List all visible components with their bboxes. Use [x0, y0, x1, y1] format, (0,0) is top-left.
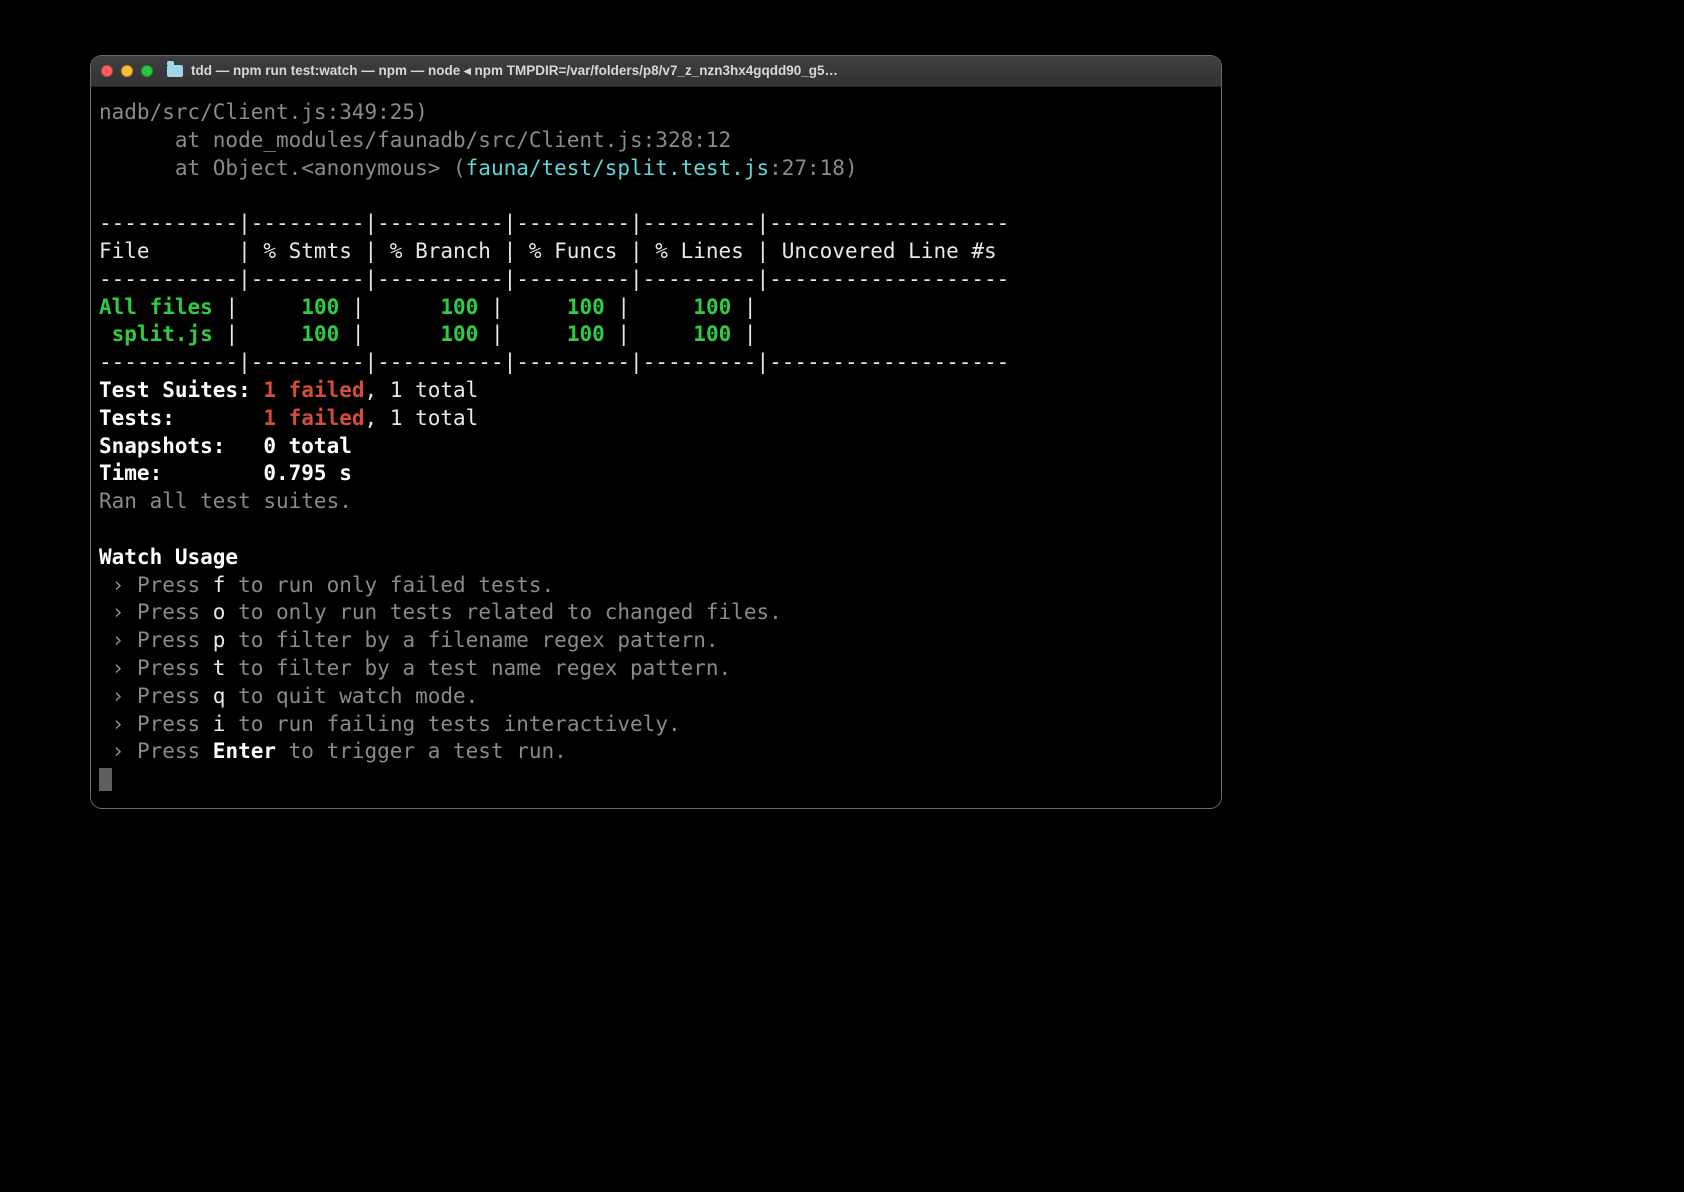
suites-fail: 1 failed [263, 378, 364, 402]
watch-item: › Press i to run failing tests interacti… [99, 712, 681, 736]
watch-item: › Press f to run only failed tests. [99, 573, 554, 597]
minimize-icon[interactable] [121, 65, 133, 77]
watch-item: › Press p to filter by a filename regex … [99, 628, 719, 652]
suites-label: Test Suites: [99, 378, 263, 402]
cov-row: split.js | 100 | 100 | 100 | 100 | [99, 322, 769, 346]
tests-fail: 1 failed [263, 406, 364, 430]
cov-row: All files | 100 | 100 | 100 | 100 | [99, 295, 769, 319]
tests-label: Tests: [99, 406, 263, 430]
terminal-window: tdd — npm run test:watch — npm — node ◂ … [90, 55, 1222, 809]
folder-icon [167, 65, 183, 77]
cov-border-mid: -----------|---------|----------|-------… [99, 267, 1009, 291]
suites-rest: , 1 total [365, 378, 479, 402]
cov-border-top: -----------|---------|----------|-------… [99, 211, 1009, 235]
close-icon[interactable] [101, 65, 113, 77]
stack-file-link[interactable]: fauna/test/split.test.js [466, 156, 769, 180]
ran-all: Ran all test suites. [99, 489, 352, 513]
zoom-icon[interactable] [141, 65, 153, 77]
cov-border-bot: -----------|---------|----------|-------… [99, 350, 1009, 374]
stack-line-3-suf: :27:18) [769, 156, 858, 180]
watch-item: › Press q to quit watch mode. [99, 684, 478, 708]
window-title: tdd — npm run test:watch — npm — node ◂ … [191, 63, 1211, 79]
time: Time: 0.795 s [99, 461, 352, 485]
terminal-body[interactable]: nadb/src/Client.js:349:25) at node_modul… [91, 87, 1221, 808]
watch-usage-title: Watch Usage [99, 545, 238, 569]
watch-item: › Press o to only run tests related to c… [99, 600, 782, 624]
stack-line-1: nadb/src/Client.js:349:25) [99, 100, 428, 124]
stack-line-3-pre: at Object.<anonymous> ( [99, 156, 466, 180]
snapshots: Snapshots: 0 total [99, 434, 352, 458]
watch-item: › Press Enter to trigger a test run. [99, 739, 567, 763]
cov-header: File | % Stmts | % Branch | % Funcs | % … [99, 239, 1009, 263]
stack-line-2: at node_modules/faunadb/src/Client.js:32… [99, 128, 731, 152]
title-bar: tdd — npm run test:watch — npm — node ◂ … [91, 56, 1221, 87]
cursor [99, 768, 112, 791]
tests-rest: , 1 total [365, 406, 479, 430]
traffic-lights [101, 65, 153, 77]
watch-item: › Press t to filter by a test name regex… [99, 656, 731, 680]
